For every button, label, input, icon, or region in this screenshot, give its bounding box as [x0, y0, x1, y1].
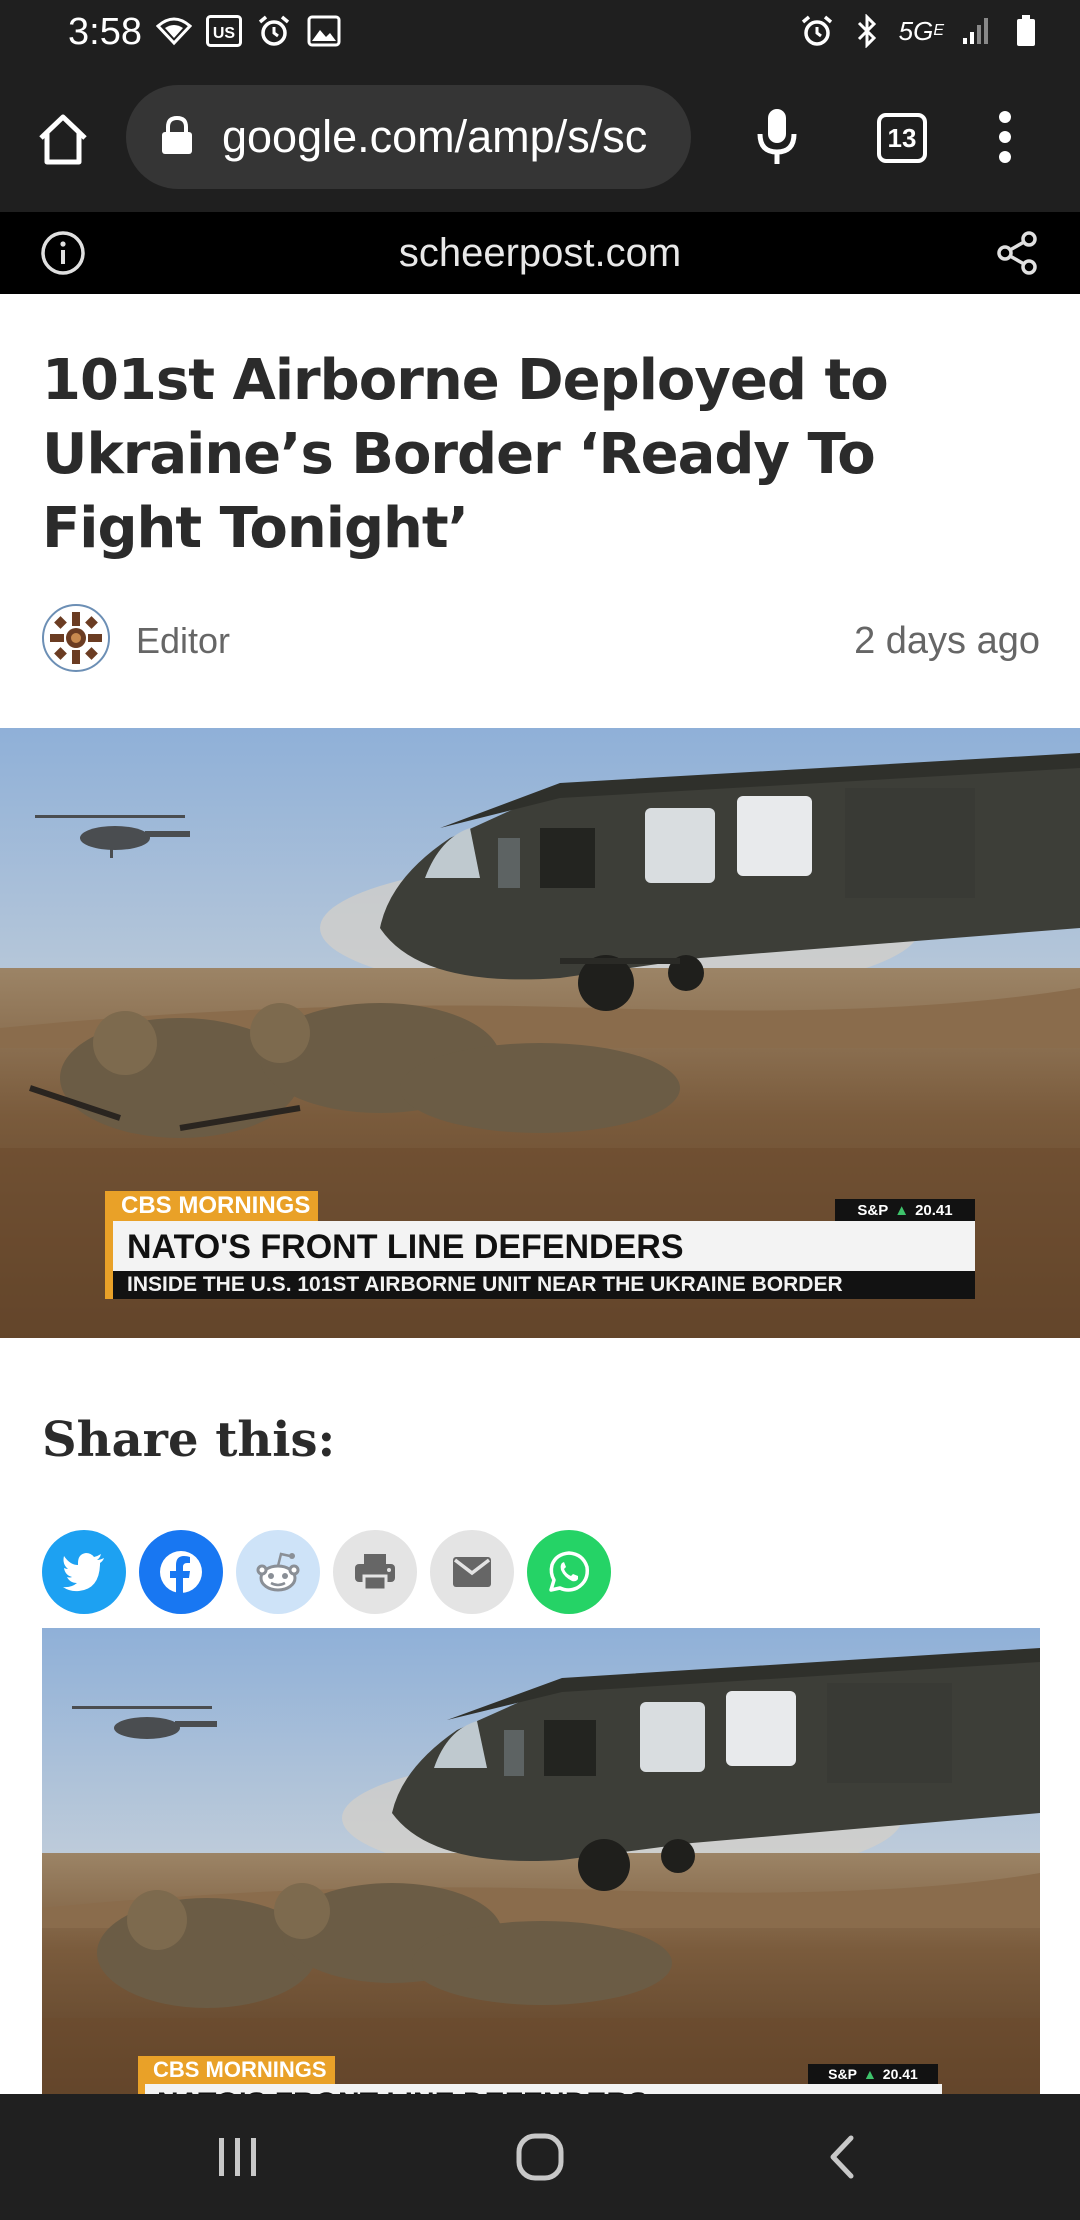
wifi-call-icon [156, 13, 192, 49]
print-icon [355, 1554, 395, 1592]
email-icon [453, 1557, 491, 1587]
article-content: 101st Airborne Deployed to Ukraine’s Bor… [0, 294, 1080, 2094]
svg-text:US: US [213, 25, 236, 42]
helicopter-soldiers-photo [42, 1628, 1040, 2094]
image-icon [306, 13, 342, 49]
lock-icon [162, 115, 192, 154]
lower-third-brand: CBS MORNINGS [113, 1191, 319, 1221]
share-print-button[interactable] [333, 1530, 417, 1614]
amp-header: scheerpost.com [0, 212, 1080, 294]
url-bar[interactable]: google.com/amp/s/sc [126, 85, 691, 189]
author-name[interactable]: Editor [136, 620, 230, 662]
author-row: Editor 2 days ago [42, 604, 1040, 674]
alarm-icon [256, 13, 292, 49]
status-left-icons: US [156, 13, 342, 49]
recents-button[interactable] [198, 2124, 278, 2190]
share-buttons [42, 1530, 611, 1614]
signal-icon [958, 13, 994, 49]
share-icon[interactable] [994, 230, 1040, 276]
share-reddit-button[interactable] [236, 1530, 320, 1614]
news-lower-third: CBS MORNINGS NATO'S FRONT LINE DEFENDERS… [105, 1191, 975, 1303]
ticker-label: S&P [828, 2066, 857, 2082]
share-twitter-button[interactable] [42, 1530, 126, 1614]
status-bar: 3:58 US 5G E [0, 0, 1080, 62]
lower-third-headline: NATO'S FRONT LINE DEFENDERS [113, 1221, 975, 1271]
ticker-label: S&P [857, 1201, 889, 1219]
url-text[interactable]: google.com/amp/s/sc [222, 109, 682, 165]
back-icon [830, 2135, 854, 2179]
lower-third-headline: NATO'S FRONT LINE DEFENDERS [145, 2084, 942, 2094]
browser-toolbar: google.com/amp/s/sc 13 [0, 62, 1080, 212]
alarm-icon [799, 13, 835, 49]
lower-third-edge [105, 1191, 113, 1299]
article-headline: 101st Airborne Deployed to Ukraine’s Bor… [42, 348, 889, 561]
menu-button[interactable] [990, 102, 1020, 172]
mic-icon [757, 109, 797, 164]
lower-third-subline: INSIDE THE U.S. 101ST AIRBORNE UNIT NEAR… [113, 1271, 975, 1299]
home-nav-button[interactable] [500, 2124, 580, 2190]
home-icon [39, 114, 87, 165]
ticker-up-icon: ▲ [862, 2066, 877, 2082]
more-vert-icon [999, 111, 1011, 163]
share-title: Share this: [42, 1412, 336, 1468]
twitter-icon [63, 1553, 104, 1592]
news-lower-third: CBS MORNINGS NATO'S FRONT LINE DEFENDERS… [138, 2056, 942, 2094]
amp-domain[interactable]: scheerpost.com [0, 229, 1080, 277]
home-button[interactable] [30, 106, 96, 172]
facebook-icon [160, 1551, 202, 1595]
battery-icon [1008, 13, 1044, 49]
voice-search-button[interactable] [745, 102, 809, 172]
back-button[interactable] [802, 2124, 882, 2190]
ticker-up-icon: ▲ [894, 1201, 910, 1219]
share-email-button[interactable] [430, 1530, 514, 1614]
whatsapp-icon [549, 1551, 590, 1592]
ticker-value: 20.41 [882, 2066, 918, 2082]
reddit-icon [256, 1552, 300, 1592]
recents-icon [219, 2138, 256, 2176]
status-right-icons: 5G E [799, 13, 1044, 49]
avatar[interactable] [42, 604, 110, 672]
share-facebook-button[interactable] [139, 1530, 223, 1614]
share-whatsapp-button[interactable] [527, 1530, 611, 1614]
tabs-button[interactable]: 13 [877, 113, 927, 163]
lower-third-brand: CBS MORNINGS [145, 2056, 335, 2084]
tab-count: 13 [887, 122, 917, 153]
post-date: 2 days ago [854, 620, 1040, 662]
network-type-label: 5G E [898, 15, 944, 46]
lower-third-ticker: S&P ▲ 20.41 [835, 1199, 975, 1221]
system-nav-bar [0, 2094, 1080, 2220]
lower-third-ticker: S&P ▲ 20.41 [808, 2064, 938, 2084]
lower-third-edge [138, 2056, 145, 2094]
article-image[interactable]: CBS MORNINGS NATO'S FRONT LINE DEFENDERS… [42, 1628, 1040, 2094]
hero-image[interactable]: CBS MORNINGS NATO'S FRONT LINE DEFENDERS… [0, 728, 1080, 1338]
home-circle-icon [516, 2133, 564, 2181]
bluetooth-icon [849, 13, 885, 49]
status-time: 3:58 [68, 11, 142, 53]
us-badge-icon: US [206, 13, 242, 49]
ticker-value: 20.41 [915, 1201, 953, 1219]
